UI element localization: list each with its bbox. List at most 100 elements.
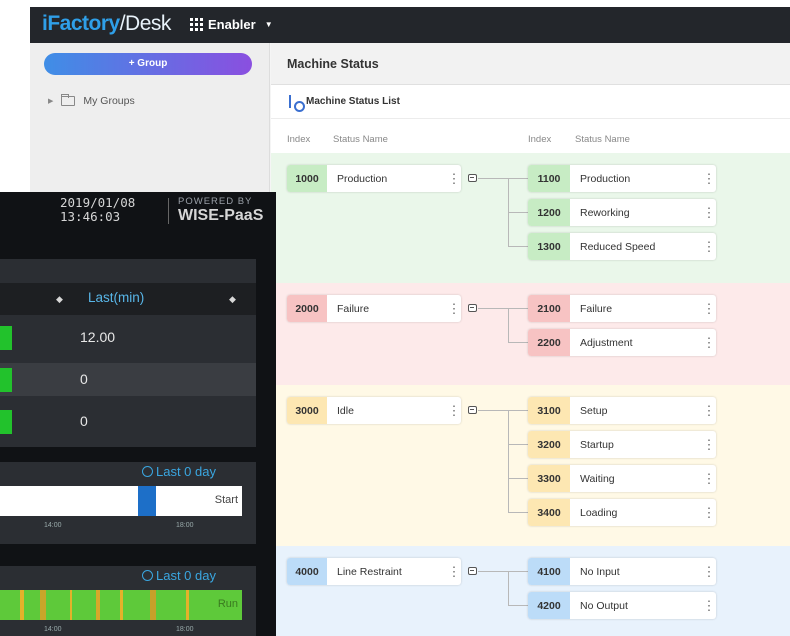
- state-label: Start: [214, 494, 238, 506]
- status-name: Reduced Speed: [580, 240, 656, 253]
- status-group: 2000 Failure ⋮ 2100 Failure ⋮ 2200 Adjustment ⋮: [271, 283, 790, 385]
- tree-item-my-groups[interactable]: ▶ My Groups: [48, 94, 135, 107]
- status-name: Setup: [580, 404, 608, 417]
- child-status-item[interactable]: 2200 Adjustment ⋮: [528, 329, 716, 356]
- tree-connector: [508, 308, 509, 343]
- axis-tick: 18:00: [176, 522, 194, 529]
- timeline-segment: [138, 486, 156, 516]
- last-min-value: 0: [80, 371, 88, 387]
- timeline-chart-1: Last 0 day Start 14:00 18:00: [0, 462, 256, 544]
- powered-by-text: POWERED BY: [178, 196, 253, 207]
- status-index: 4100: [528, 558, 570, 585]
- axis-tick: 18:00: [176, 626, 194, 633]
- more-options-icon[interactable]: ⋮: [702, 172, 716, 185]
- timeline-bar: Start: [0, 486, 242, 516]
- status-table-panel: ◆ Last(min) ◆ 12.00 0 0: [0, 259, 256, 447]
- page-title: Machine Status: [271, 43, 790, 85]
- status-index: 2200: [528, 329, 570, 356]
- more-options-icon[interactable]: ⋮: [702, 472, 716, 485]
- status-list-icon: [289, 95, 305, 112]
- status-index: 2000: [287, 295, 327, 322]
- more-options-icon[interactable]: ⋮: [702, 565, 716, 578]
- parent-status-item[interactable]: 4000 Line Restraint ⋮: [287, 558, 461, 585]
- more-options-icon[interactable]: ⋮: [702, 206, 716, 219]
- tree-connector: [508, 605, 528, 606]
- tree-connector: [508, 410, 528, 411]
- add-group-button[interactable]: + Group: [44, 53, 252, 75]
- status-name: Idle: [337, 404, 354, 417]
- child-status-item[interactable]: 1200 Reworking ⋮: [528, 199, 716, 226]
- child-status-item[interactable]: 1100 Production ⋮: [528, 165, 716, 192]
- date-text: 2019/01/08: [60, 195, 136, 210]
- status-color-block: [0, 410, 12, 434]
- tree-connector: [508, 342, 528, 343]
- collapse-icon[interactable]: [468, 406, 477, 414]
- tree-connector: [508, 571, 528, 572]
- last-min-value: 12.00: [80, 329, 116, 345]
- more-options-icon[interactable]: ⋮: [702, 404, 716, 417]
- more-options-icon[interactable]: ⋮: [702, 302, 716, 315]
- tree-connector: [508, 478, 528, 479]
- status-index: 3300: [528, 465, 570, 492]
- axis-tick: 14:00: [44, 626, 62, 633]
- app-logo[interactable]: iFactory/Desk: [42, 12, 171, 36]
- status-name: Production: [337, 172, 388, 185]
- sort-icon[interactable]: ◆: [229, 294, 236, 305]
- column-header-status-name-2: Status Name: [575, 134, 630, 145]
- timeline-chart-2: Last 0 day Run 14:00 18:00: [0, 566, 256, 636]
- status-name: Failure: [580, 302, 613, 315]
- more-options-icon[interactable]: ⋮: [447, 302, 461, 315]
- status-index: 1100: [528, 165, 570, 192]
- parent-status-item[interactable]: 3000 Idle ⋮: [287, 397, 461, 424]
- collapse-icon[interactable]: [468, 567, 477, 575]
- tree-item-label: My Groups: [83, 95, 135, 107]
- more-options-icon[interactable]: ⋮: [447, 404, 461, 417]
- status-name: Startup: [580, 438, 614, 451]
- parent-status-item[interactable]: 2000 Failure ⋮: [287, 295, 461, 322]
- grid-icon: [190, 18, 203, 31]
- expand-arrow-icon[interactable]: ▶: [48, 97, 53, 105]
- child-status-item[interactable]: 3300 Waiting ⋮: [528, 465, 716, 492]
- more-options-icon[interactable]: ⋮: [447, 565, 461, 578]
- child-status-item[interactable]: 4200 No Output ⋮: [528, 592, 716, 619]
- column-header-last-min[interactable]: Last(min): [88, 290, 144, 305]
- child-status-item[interactable]: 1300 Reduced Speed ⋮: [528, 233, 716, 260]
- tree-connector: [508, 571, 509, 606]
- status-group: 4000 Line Restraint ⋮ 4100 No Input ⋮ 4200 No O…: [271, 546, 790, 636]
- tree-connector: [508, 308, 528, 309]
- more-options-icon[interactable]: ⋮: [702, 240, 716, 253]
- clock-icon: [142, 570, 153, 581]
- parent-status-item[interactable]: 1000 Production ⋮: [287, 165, 461, 192]
- tree-connector: [478, 571, 508, 572]
- status-group: 3000 Idle ⋮ 3100 Setup ⋮ 3200 Startup ⋮ 3300 Waiti…: [271, 385, 790, 546]
- more-options-icon[interactable]: ⋮: [702, 506, 716, 519]
- tree-connector: [508, 212, 528, 213]
- brand-name-part1: iFactory: [42, 12, 120, 35]
- child-status-item[interactable]: 3400 Loading ⋮: [528, 499, 716, 526]
- status-name: Adjustment: [580, 336, 633, 349]
- time-range-label[interactable]: Last 0 day: [142, 464, 216, 479]
- more-options-icon[interactable]: ⋮: [702, 599, 716, 612]
- time-text: 13:46:03: [60, 209, 121, 224]
- child-status-item[interactable]: 2100 Failure ⋮: [528, 295, 716, 322]
- sort-icon[interactable]: ◆: [56, 294, 63, 305]
- time-range-label[interactable]: Last 0 day: [142, 568, 216, 583]
- more-options-icon[interactable]: ⋮: [702, 438, 716, 451]
- status-name: Production: [580, 172, 631, 185]
- child-status-item[interactable]: 3200 Startup ⋮: [528, 431, 716, 458]
- app-switcher[interactable]: Enabler ▼: [190, 17, 273, 32]
- more-options-icon[interactable]: ⋮: [447, 172, 461, 185]
- tree-connector: [508, 246, 528, 247]
- status-index: 4200: [528, 592, 570, 619]
- child-status-item[interactable]: 3100 Setup ⋮: [528, 397, 716, 424]
- axis-tick: 14:00: [44, 522, 62, 529]
- child-status-item[interactable]: 4100 No Input ⋮: [528, 558, 716, 585]
- more-options-icon[interactable]: ⋮: [702, 336, 716, 349]
- tree-connector: [478, 308, 508, 309]
- platform-logo: WISE-PaaS: [178, 207, 264, 224]
- collapse-icon[interactable]: [468, 174, 477, 182]
- collapse-icon[interactable]: [468, 304, 477, 312]
- status-name: No Input: [580, 565, 620, 578]
- column-header-index-2: Index: [528, 134, 552, 145]
- tree-connector: [478, 178, 508, 179]
